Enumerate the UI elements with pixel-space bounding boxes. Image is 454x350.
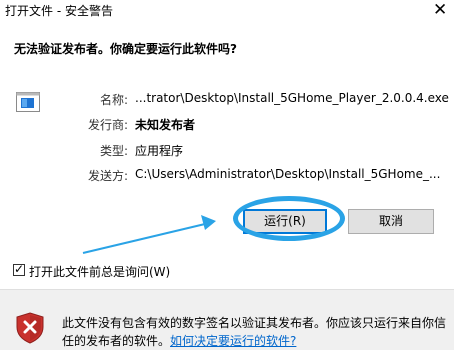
help-link[interactable]: 如何决定要运行的软件?: [170, 334, 296, 348]
from-value: C:\Users\Administrator\Desktop\Install_5…: [135, 167, 441, 181]
title-bar: 打开文件 - 安全警告 ✕: [0, 0, 454, 21]
application-file-icon: [16, 92, 40, 112]
cancel-button[interactable]: 取消: [348, 209, 434, 234]
run-button-highlight: [233, 196, 345, 241]
name-label: 名称:: [99, 93, 128, 107]
type-value: 应用程序: [135, 144, 184, 158]
footer-message: 此文件没有包含有效的数字签名以验证其发布者。你应该只运行来自你信任的发布者的软件…: [62, 314, 448, 350]
publisher-value: 未知发布者: [135, 118, 196, 132]
checkmark-icon: ✓: [14, 262, 25, 276]
close-icon: ✕: [433, 0, 448, 20]
name-value: ...trator\Desktop\Install_5GHome_Player_…: [135, 91, 449, 105]
publisher-label: 发行商:: [87, 118, 128, 132]
always-ask-label[interactable]: 打开此文件前总是询问(W): [29, 263, 170, 280]
type-label: 类型:: [99, 144, 128, 158]
from-label: 发送方:: [87, 169, 128, 183]
security-shield-warning-icon: [16, 312, 44, 344]
dialog-heading: 无法验证发布者。你确定要运行此软件吗?: [14, 42, 237, 56]
close-button[interactable]: ✕: [424, 0, 454, 21]
window-title: 打开文件 - 安全警告: [5, 4, 113, 18]
always-ask-checkbox[interactable]: ✓: [13, 262, 25, 276]
